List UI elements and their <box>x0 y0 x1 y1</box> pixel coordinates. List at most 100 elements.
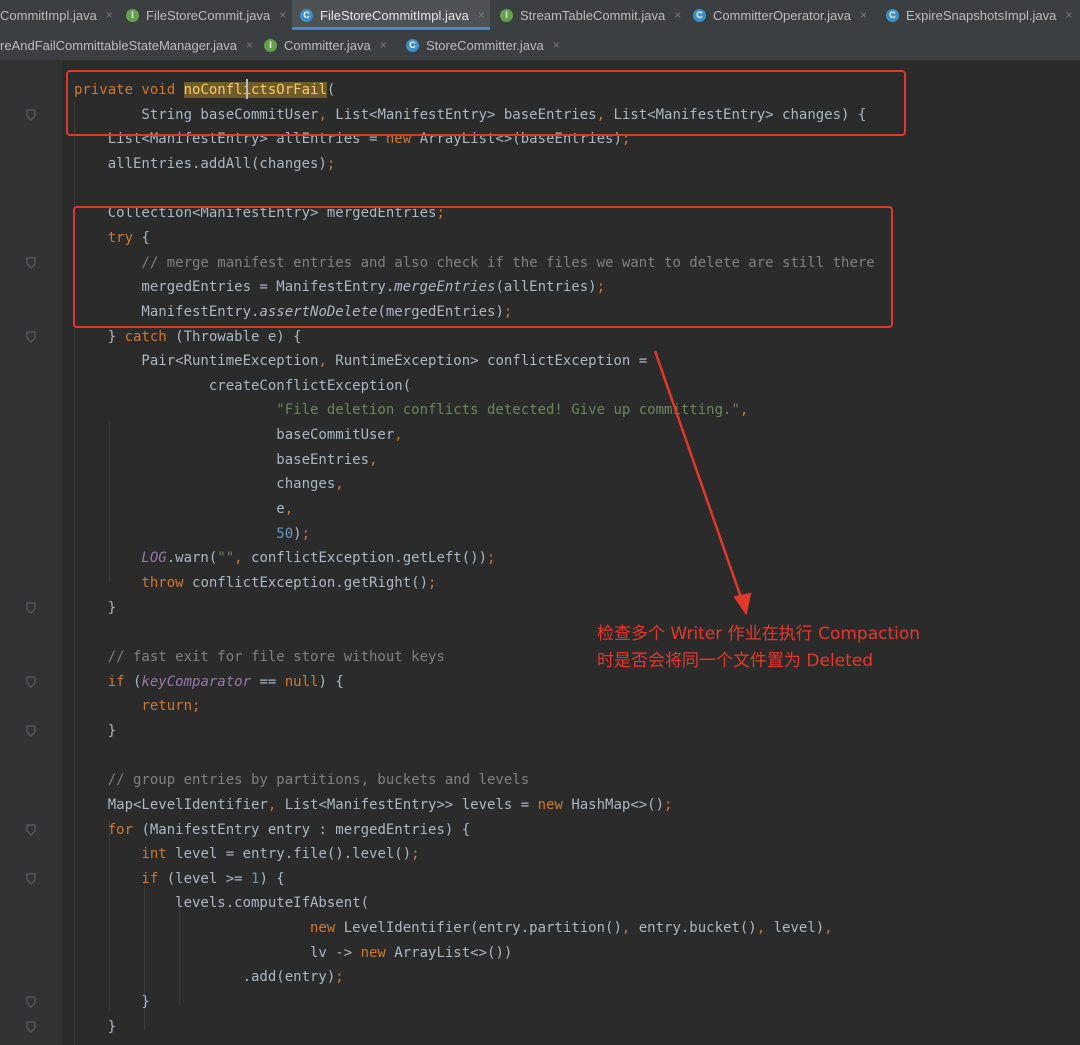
close-icon[interactable]: × <box>106 8 113 22</box>
code-token: , <box>756 920 774 937</box>
code-line[interactable]: return; <box>74 694 200 718</box>
fold-marker-icon[interactable] <box>26 109 36 121</box>
code-token: } <box>74 328 125 345</box>
editor-tab[interactable]: C CommitterOperator.java × <box>685 0 876 30</box>
code-line[interactable]: } <box>74 596 116 620</box>
editor-tab[interactable]: C StoreCommitter.java × <box>398 30 560 60</box>
code-token: new <box>360 944 395 961</box>
code-token: == <box>251 673 285 690</box>
code-line[interactable]: } <box>74 990 150 1014</box>
close-icon[interactable]: × <box>553 38 560 52</box>
code-line[interactable]: 50); <box>74 522 310 546</box>
code-token: ; <box>411 846 420 863</box>
code-token: e <box>74 501 285 518</box>
editor-tab-label: Committer.java <box>284 37 371 53</box>
code-token: } <box>74 599 117 616</box>
code-line[interactable]: "File deletion conflicts detected! Give … <box>74 398 748 422</box>
code-line[interactable]: e, <box>74 497 293 521</box>
code-line[interactable]: new LevelIdentifier(entry.partition(), e… <box>74 916 833 940</box>
code-line[interactable]: .add(entry); <box>74 965 344 989</box>
editor-tab-bar-row-1: CCommitImpl.java×IFileStoreCommit.java×C… <box>0 0 1080 31</box>
code-token: level) <box>773 920 825 937</box>
fold-marker-icon[interactable] <box>26 675 36 688</box>
fold-marker-icon[interactable] <box>26 256 36 269</box>
code-token: changes <box>74 476 336 493</box>
editor-tab[interactable]: I Committer.java × <box>256 30 396 60</box>
code-line[interactable]: } <box>74 719 116 743</box>
code-token: .warn( <box>166 550 218 567</box>
code-token: createConflictException( <box>74 377 412 394</box>
code-line[interactable]: Pair<RuntimeException, RuntimeException>… <box>74 349 647 373</box>
code-token: ; <box>487 550 496 567</box>
interface-icon: I <box>264 38 277 52</box>
code-token: } <box>74 722 117 739</box>
editor-tab-label: ExpireSnapshotsImpl.java <box>906 7 1057 23</box>
editor-tab-label: StoreCommitter.java <box>426 37 544 53</box>
close-icon[interactable]: × <box>1065 8 1072 22</box>
code-line[interactable]: if (keyComparator == null) { <box>74 670 344 694</box>
code-line[interactable]: levels.computeIfAbsent( <box>74 891 369 915</box>
interface-icon: I <box>500 8 513 22</box>
editor-tab[interactable]: CCommitImpl.java× <box>0 0 114 30</box>
close-icon[interactable]: × <box>478 8 485 22</box>
editor-tab[interactable]: CreAndFailCommittableStateManager.java× <box>0 30 254 60</box>
fold-marker-icon[interactable] <box>26 725 36 737</box>
fold-marker-icon[interactable] <box>26 996 36 1008</box>
code-token: baseCommitUser <box>74 427 395 444</box>
code-token: HashMap<>() <box>571 796 665 813</box>
code-line[interactable]: LOG.warn("", conflictException.getLeft()… <box>74 546 495 570</box>
fold-marker-icon[interactable] <box>26 330 36 343</box>
code-token: , <box>335 476 344 493</box>
code-line[interactable]: createConflictException( <box>74 374 411 398</box>
code-line[interactable]: // fast exit for file store without keys <box>74 645 445 669</box>
code-token: } <box>74 994 150 1011</box>
code-line[interactable]: throw conflictException.getRight(); <box>74 571 436 595</box>
close-icon[interactable]: × <box>380 38 387 52</box>
code-line[interactable]: changes, <box>74 472 344 496</box>
annotation-text-line-2: 时是否会将同一个文件置为 Deleted <box>597 651 874 671</box>
code-token: , <box>824 920 833 937</box>
code-token: "File deletion conflicts detected! Give … <box>74 402 740 419</box>
code-token: levels.computeIfAbsent( <box>74 895 370 912</box>
close-icon[interactable]: × <box>246 38 253 52</box>
code-token: new <box>74 920 344 937</box>
code-line[interactable]: lv -> new ArrayList<>()) <box>74 941 512 965</box>
code-line[interactable]: for (ManifestEntry entry : mergedEntries… <box>74 818 470 842</box>
code-line[interactable]: if (level >= 1) { <box>74 867 284 891</box>
code-token: if <box>74 673 134 690</box>
code-line[interactable]: baseEntries, <box>74 448 377 472</box>
fold-marker-icon[interactable] <box>26 823 36 836</box>
close-icon[interactable]: × <box>674 8 681 22</box>
code-token: ; <box>326 155 336 172</box>
code-line[interactable]: } catch (Throwable e) { <box>74 325 302 349</box>
code-token: ; <box>301 525 311 542</box>
code-line[interactable]: } <box>74 1015 116 1039</box>
code-line[interactable]: baseCommitUser, <box>74 423 402 447</box>
code-token: } <box>74 1018 117 1035</box>
fold-marker-icon[interactable] <box>26 1021 36 1033</box>
code-token: // group entries by partitions, buckets … <box>74 772 530 789</box>
editor-tab-bar-row-2: CreAndFailCommittableStateManager.java×I… <box>0 30 1080 61</box>
code-line[interactable]: allEntries.addAll(changes); <box>74 152 336 176</box>
editor-tab[interactable]: C ExpireSnapshotsImpl.java × <box>878 0 1080 30</box>
code-token: conflictException.getRight() <box>192 575 429 591</box>
code-token: lv -> <box>74 944 361 961</box>
code-line[interactable]: Map<LevelIdentifier, List<ManifestEntry>… <box>74 793 673 817</box>
code-token: ; <box>664 796 673 813</box>
code-line[interactable]: // group entries by partitions, buckets … <box>74 768 529 792</box>
editor-tab[interactable]: I StreamTableCommit.java × <box>492 0 683 30</box>
code-token: baseEntries <box>74 451 370 468</box>
fold-marker-icon[interactable] <box>26 602 36 614</box>
editor-tab[interactable]: I FileStoreCommit.java × <box>118 0 290 30</box>
annotation-text: 检查多个 Writer 作业在执行 Compaction 时是否会将同一个文件置… <box>597 621 920 675</box>
code-token: Map<LevelIdentifier <box>74 796 268 813</box>
close-icon[interactable]: × <box>860 8 867 22</box>
close-icon[interactable]: × <box>279 8 286 22</box>
code-line[interactable]: int level = entry.file().level(); <box>74 842 420 866</box>
class-icon: C <box>886 8 899 22</box>
code-token: , <box>284 501 294 518</box>
editor-tab[interactable]: C FileStoreCommitImpl.java × <box>292 0 490 30</box>
code-editor[interactable]: private void noConflictsOrFail( String b… <box>0 61 1080 1045</box>
code-token: , <box>621 920 639 937</box>
fold-marker-icon[interactable] <box>26 873 36 885</box>
